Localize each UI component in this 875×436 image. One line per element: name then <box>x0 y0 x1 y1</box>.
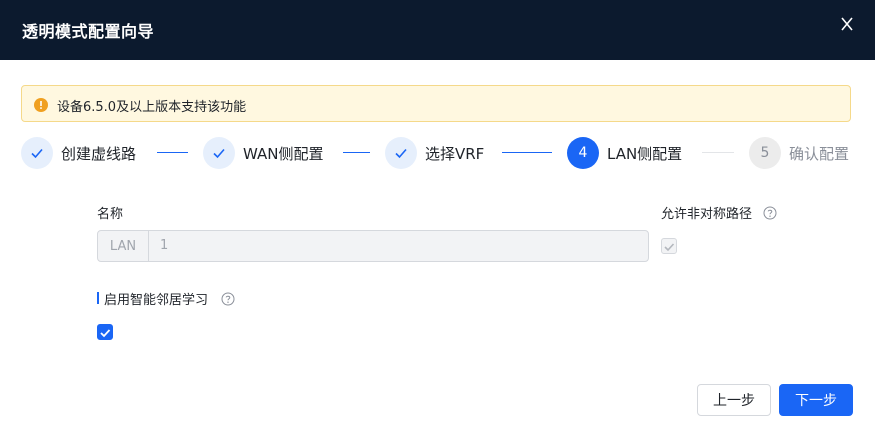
alert-text: 设备6.5.0及以上版本支持该功能 <box>57 100 247 115</box>
help-icon[interactable] <box>221 291 235 306</box>
step-5-circle: 5 <box>749 137 781 169</box>
step-3: 选择VRF <box>385 136 484 170</box>
name-prefix: LAN <box>98 231 149 261</box>
asymmetric-path-label: 允许非对称路径 <box>661 207 753 222</box>
check-icon <box>664 243 675 252</box>
check-icon <box>31 148 43 159</box>
check-icon <box>213 148 225 159</box>
step-2: WAN侧配置 <box>203 136 324 170</box>
section-marker <box>97 292 99 304</box>
check-icon <box>395 148 407 159</box>
name-label: 名称 <box>97 207 124 222</box>
prev-step-button[interactable]: 上一步 <box>697 384 771 416</box>
step-3-circle <box>385 137 417 169</box>
smart-neighbor-label: 启用智能邻居学习 <box>104 293 209 308</box>
step-1-circle <box>21 137 53 169</box>
step-connector <box>502 152 552 153</box>
name-value: 1 <box>160 238 169 253</box>
step-connector <box>702 152 734 153</box>
smart-neighbor-checkbox[interactable] <box>97 324 113 340</box>
step-5-label: 确认配置 <box>789 144 850 163</box>
check-icon <box>100 329 111 338</box>
step-2-circle <box>203 137 235 169</box>
step-4: 4 LAN侧配置 <box>567 136 682 170</box>
step-2-label: WAN侧配置 <box>243 144 324 163</box>
wizard-steps: 创建虚线路 WAN侧配置 选择VRF 4 LAN侧配置 5 确认配置 <box>0 136 875 170</box>
dialog-header: 透明模式配置向导 <box>0 0 875 60</box>
version-alert: 设备6.5.0及以上版本支持该功能 <box>21 85 851 122</box>
step-5: 5 确认配置 <box>749 136 849 170</box>
step-4-label: LAN侧配置 <box>607 144 683 163</box>
name-field[interactable]: LAN 1 <box>97 230 649 262</box>
step-3-label: 选择VRF <box>425 144 485 163</box>
step-1: 创建虚线路 <box>21 136 136 170</box>
next-step-button[interactable]: 下一步 <box>779 384 853 416</box>
step-connector <box>343 152 370 153</box>
dialog-title: 透明模式配置向导 <box>22 22 155 41</box>
asymmetric-path-checkbox[interactable] <box>661 238 677 254</box>
close-icon[interactable] <box>837 14 857 34</box>
step-connector <box>157 152 188 153</box>
warning-icon <box>34 97 48 112</box>
help-icon[interactable] <box>763 205 777 220</box>
step-1-label: 创建虚线路 <box>61 144 137 163</box>
step-4-circle: 4 <box>567 137 599 169</box>
